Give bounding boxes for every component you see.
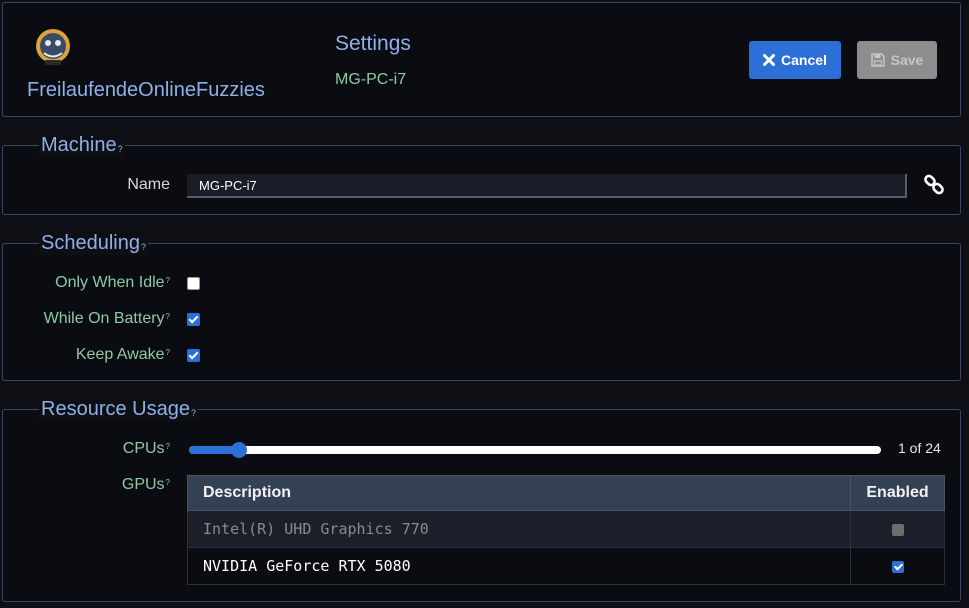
column-header-description[interactable]: Description — [187, 475, 851, 511]
save-button[interactable]: Save — [857, 41, 937, 79]
gpu-description: NVIDIA GeForce RTX 5080 — [187, 547, 851, 585]
cancel-button-label: Cancel — [781, 52, 827, 68]
cancel-button[interactable]: Cancel — [749, 41, 841, 79]
name-label: Name — [127, 176, 170, 193]
cpus-label: CPUs? — [122, 440, 170, 457]
while-on-battery-checkbox[interactable] — [187, 313, 200, 326]
help-icon[interactable]: ? — [166, 312, 170, 321]
only-when-idle-checkbox[interactable] — [187, 277, 200, 290]
table-row: NVIDIA GeForce RTX 5080 — [187, 547, 945, 585]
help-icon[interactable]: ? — [141, 242, 146, 252]
page-title: Settings — [335, 32, 411, 55]
help-icon[interactable]: ? — [166, 348, 170, 357]
help-icon[interactable]: ? — [118, 144, 123, 154]
gpu-description: Intel(R) UHD Graphics 770 — [187, 510, 851, 548]
gpu-table-header: Description Enabled — [187, 475, 945, 511]
help-icon[interactable]: ? — [191, 408, 196, 418]
gpus-label: GPUs? — [121, 476, 170, 493]
close-icon — [763, 54, 776, 66]
resource-usage-section: Resource Usage? CPUs? 1 of 24 GPUs? Desc… — [2, 397, 961, 602]
cpus-count: 1 of 24 — [898, 440, 941, 456]
machine-subtitle: MG-PC-i7 — [335, 71, 407, 88]
team-name: FreilaufendeOnlineFuzzies — [27, 79, 265, 101]
scheduling-section: Scheduling? Only When Idle? While On Bat… — [2, 231, 961, 381]
floppy-disk-icon — [870, 53, 885, 67]
keep-awake-label: Keep Awake? — [75, 346, 170, 363]
machine-section-title: Machine? — [39, 133, 125, 157]
help-icon[interactable]: ? — [166, 478, 170, 487]
link-icon[interactable] — [923, 174, 945, 201]
header-panel: FreilaufendeOnlineFuzzies Settings MG-PC… — [2, 2, 961, 117]
column-header-enabled[interactable]: Enabled — [850, 475, 945, 511]
cpus-slider[interactable] — [189, 442, 881, 458]
help-icon[interactable]: ? — [166, 276, 170, 285]
table-row: Intel(R) UHD Graphics 770 — [187, 510, 945, 548]
only-when-idle-label: Only When Idle? — [55, 274, 170, 291]
keep-awake-checkbox[interactable] — [187, 349, 200, 362]
gpu-enabled-checkbox[interactable] — [891, 560, 904, 573]
save-button-label: Save — [890, 52, 924, 68]
gpu-table: Description Enabled Intel(R) UHD Graphic… — [187, 475, 945, 585]
team-avatar-icon — [32, 27, 74, 67]
scheduling-section-title: Scheduling? — [39, 231, 148, 255]
help-icon[interactable]: ? — [166, 442, 170, 451]
cpus-slider-thumb[interactable] — [231, 442, 247, 458]
while-on-battery-label: While On Battery? — [43, 310, 170, 327]
gpu-enabled-checkbox — [891, 523, 904, 536]
machine-name-input[interactable] — [187, 174, 907, 198]
machine-section: Machine? Name — [2, 133, 961, 215]
resource-usage-section-title: Resource Usage? — [39, 397, 198, 421]
